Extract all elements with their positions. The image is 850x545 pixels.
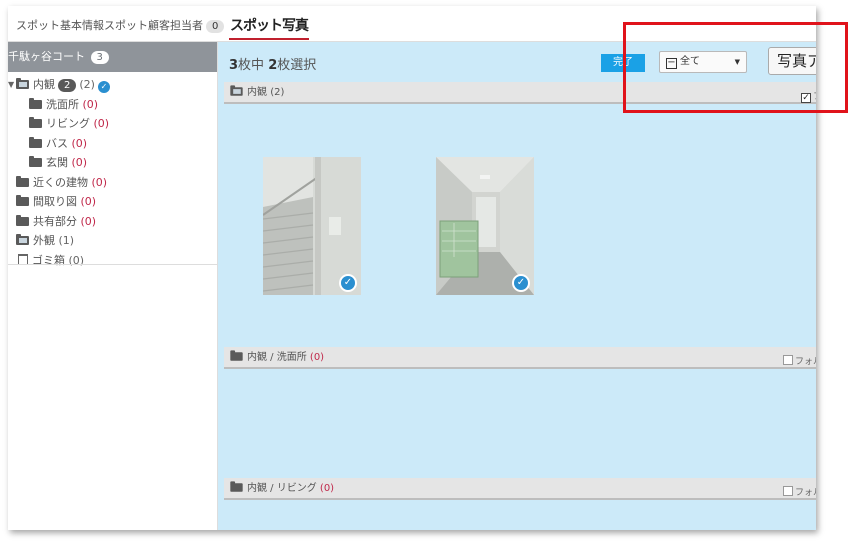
tree-item-label: リビング (46, 117, 90, 130)
folder-icon (230, 350, 243, 361)
photo-main-area: 3枚中 2枚選択 完了 −全て ▼ 写真ア 内観 (2) ✓フ (218, 42, 816, 530)
folder-icon (16, 214, 29, 226)
tree-item-count: (0) (71, 156, 88, 169)
tab-contact-person[interactable]: スポット顧客担当者 0 (104, 17, 225, 33)
section-count: (2) (270, 87, 285, 98)
section-label: 内観 (247, 87, 267, 98)
folder-icon (16, 175, 29, 187)
folder-icon (29, 156, 42, 167)
section-select-checkbox[interactable]: フォル (782, 352, 816, 373)
selected-count: 2 (268, 58, 278, 73)
checkbox-label: フォル (794, 488, 816, 498)
tree-item-count: (0) (80, 214, 97, 228)
tree-item-genkan[interactable]: 玄関 (0) (8, 153, 217, 173)
selected-count-badge: 2 (58, 79, 77, 92)
folder-icon (16, 195, 29, 206)
folder-icon (29, 97, 42, 109)
folder-icon (29, 117, 42, 128)
tab-label: スポット顧客担当者 (104, 19, 203, 32)
tree-item-label: バス (46, 136, 68, 150)
image-folder-icon (16, 234, 29, 245)
folder-icon (230, 481, 243, 492)
checkbox-icon (782, 355, 793, 365)
section-header-living[interactable]: 内観 / リビング (0) フォル (224, 478, 816, 500)
checkbox-label: フォル (794, 357, 816, 367)
folder-icon (29, 136, 42, 148)
tree-item-label: 内観 (33, 78, 55, 91)
tree-item-count: (2) (79, 78, 95, 91)
section-count: (0) (319, 483, 335, 494)
section-select-checkbox[interactable]: フォル (782, 483, 816, 504)
tree-item-label: 玄関 (46, 156, 68, 169)
tree-item-label: 共有部分 (33, 214, 77, 228)
expand-arrow-icon[interactable]: ▼ (8, 75, 14, 95)
tree-item-floor-plan[interactable]: 間取り図 (0) (8, 192, 217, 212)
tree-item-label: 洗面所 (46, 97, 79, 111)
tree-item-label: 近くの建物 (33, 175, 88, 189)
check-circle-icon: ✓ (97, 81, 110, 93)
tree-item-senmenjo[interactable]: 洗面所 (0) (8, 95, 217, 115)
tree-item-trash[interactable]: ゴミ箱 (0) (8, 251, 217, 271)
tree-item-exterior[interactable]: 外観 (1) (8, 231, 217, 251)
tab-label: スポット写真 (230, 18, 309, 34)
tree-item-count: (0) (82, 97, 99, 111)
tree-item-count: (0) (93, 117, 110, 130)
sidebar: 千駄ヶ谷コート 3 ▼ 内観 2 (2) ✓ 洗面所 (0) リビング (0) バス … (8, 42, 218, 530)
tree-item-naikan[interactable]: ▼ 内観 2 (2) ✓ (8, 75, 217, 95)
image-folder-icon (16, 78, 29, 89)
tree-item-label: 間取り図 (33, 195, 77, 208)
tree-item-nearby-buildings[interactable]: 近くの建物 (0) (8, 173, 217, 193)
photo-thumbnail-stairs[interactable]: ✓ (263, 157, 361, 295)
annotation-highlight-box (623, 22, 848, 113)
tree-item-common-area[interactable]: 共有部分 (0) (8, 212, 217, 232)
photo-thumbnail-corridor[interactable]: ✓ (436, 157, 534, 295)
total-count: 3 (229, 58, 239, 73)
section-label: 内観 / 洗面所 (247, 352, 307, 363)
tab-label: スポット基本情報 (16, 19, 104, 32)
tree-item-count: (1) (58, 234, 75, 247)
tree-item-living[interactable]: リビング (0) (8, 114, 217, 134)
total-suffix: 枚中 (238, 58, 265, 73)
tree-item-bath[interactable]: バス (0) (8, 134, 217, 154)
trash-icon (18, 253, 28, 265)
selected-check-icon[interactable]: ✓ (512, 274, 530, 292)
tree-item-count: (0) (91, 175, 108, 189)
spot-name: 千駄ヶ谷コート (8, 50, 85, 63)
sidebar-header[interactable]: 千駄ヶ谷コート 3 (8, 42, 217, 72)
folder-tree: ▼ 内観 2 (2) ✓ 洗面所 (0) リビング (0) バス (0) 玄関 (0)… (8, 72, 217, 270)
tree-item-count: (0) (71, 136, 88, 150)
image-folder-icon (230, 85, 243, 96)
sidebar-divider (8, 264, 218, 265)
section-header-senmenjo[interactable]: 内観 / 洗面所 (0) フォル (224, 347, 816, 369)
section-label: 内観 / リビング (247, 483, 317, 494)
tab-basic-info[interactable]: スポット基本情報 (16, 17, 104, 33)
tree-item-label: 外観 (33, 234, 55, 247)
tree-item-count: (0) (80, 195, 97, 208)
tab-photos[interactable]: スポット写真 (229, 15, 309, 40)
checkbox-icon (782, 486, 793, 496)
section-count: (0) (309, 352, 325, 363)
selected-suffix: 枚選択 (277, 58, 317, 73)
spot-count-badge: 3 (90, 51, 109, 64)
selected-check-icon[interactable]: ✓ (339, 274, 357, 292)
tab-count-badge: 0 (206, 20, 225, 33)
selection-summary: 3枚中 2枚選択 (229, 54, 316, 73)
